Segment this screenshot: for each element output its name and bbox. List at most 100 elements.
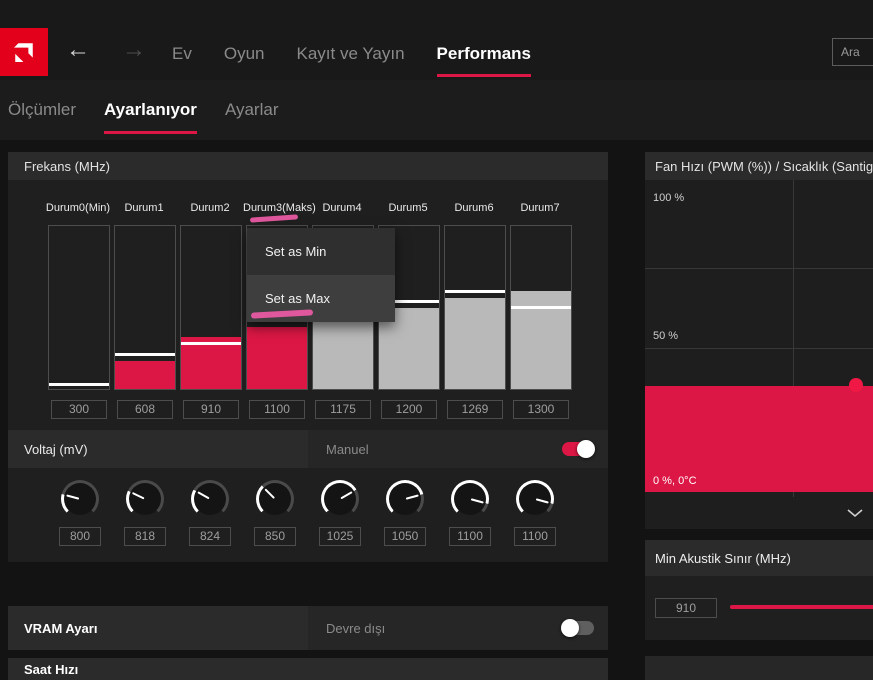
min-acoustic-header: Min Akustik Sınır (MHz) [645,540,873,576]
frequency-panel-header: Frekans (MHz) [8,152,608,180]
freq-value-4[interactable]: 1175 [315,400,371,419]
voltage-row: Voltaj (mV) Manuel [8,430,608,468]
bar-label-5: Durum5 [388,202,428,214]
knob-cell-2: 824 [188,468,232,562]
voltage-knob-0[interactable] [61,480,99,518]
freq-value-6[interactable]: 1269 [447,400,503,419]
clock-panel-header: Saat Hızı [8,658,608,680]
gridline [645,348,873,349]
freq-value-3[interactable]: 1100 [249,400,305,419]
bar-fill [115,361,175,389]
knob-value-7[interactable]: 1100 [514,527,556,546]
gridline [645,268,873,269]
freq-bar-1[interactable] [114,225,176,390]
voltage-toggle[interactable] [562,440,595,458]
knob-value-4[interactable]: 1025 [319,527,361,546]
voltage-knob-6[interactable] [451,480,489,518]
freq-bar-7[interactable] [510,225,572,390]
nav-item-ev[interactable]: Ev [172,44,192,64]
knob-value-0[interactable]: 800 [59,527,101,546]
nav-item-oyun[interactable]: Oyun [224,44,265,64]
knob-pointer [66,494,80,500]
fan-column: Fan Hızı (PWM (%)) / Sıcaklık (Santigrat… [645,152,873,680]
knob-value-6[interactable]: 1100 [449,527,491,546]
amd-adrenalin-window: ← → Ev Oyun Kayıt ve Yayın Performans Ölçüm… [0,0,873,680]
min-acoustic-body: 910 [645,576,873,640]
search-input[interactable] [832,38,873,66]
bar-label-7: Durum7 [520,202,560,214]
bar-marker [49,382,109,386]
voltage-knob-4[interactable] [321,480,359,518]
fan-curve-chart: 100 % 50 % 0 %, 0°C [645,180,873,497]
knob-pointer [264,488,275,499]
freq-bar-6[interactable] [444,225,506,390]
menu-item-set-as-min[interactable]: Set as Min [247,228,395,275]
bar-label-0: Durum0(Min) [45,202,111,214]
back-arrow-icon[interactable]: ← [66,38,90,62]
amd-logo[interactable] [0,28,48,76]
subnav-item-ayarlar[interactable]: Ayarlar [225,100,279,120]
voltage-knob-3[interactable] [256,480,294,518]
chevron-down-icon [847,509,863,518]
vram-status: Devre dışı [308,606,608,650]
bar-label-1: Durum1 [124,202,164,214]
toggle-knob [561,619,579,637]
voltage-mode: Manuel [308,430,608,468]
bar-fill [445,297,505,389]
bar-fill [247,327,307,389]
freq-value-5[interactable]: 1200 [381,400,437,419]
bar-label-4: Durum4 [322,202,362,214]
vram-row: VRAM Ayarı Devre dışı [8,606,608,650]
knob-pointer [405,494,419,500]
knob-cell-5: 1050 [383,468,427,562]
subnav-item-l-mler[interactable]: Ölçümler [8,100,76,120]
voltage-knob-2[interactable] [191,480,229,518]
annotation-durum3-highlight [249,214,299,223]
toggle-knob [577,440,595,458]
knob-value-2[interactable]: 824 [189,527,231,546]
voltage-knob-1[interactable] [126,480,164,518]
nav-item-kay-t-ve-yay-n[interactable]: Kayıt ve Yayın [296,44,404,64]
bar-marker [181,342,241,345]
topbar: ← → Ev Oyun Kayıt ve Yayın Performans [0,0,873,80]
bar-marker [115,353,175,357]
freq-value-0[interactable]: 300 [51,400,107,419]
tuning-column: Frekans (MHz) Set as Min Set as Max Durum… [8,152,608,680]
bar-label-2: Durum2 [190,202,230,214]
freq-value-7[interactable]: 1300 [513,400,569,419]
knob-cell-3: 850 [253,468,297,562]
frequency-chart: Set as Min Set as Max Durum0(Min) 300 Durum… [8,180,608,430]
voltage-knob-5[interactable] [386,480,424,518]
fan-axis-100: 100 % [653,192,685,204]
min-acoustic-value[interactable]: 910 [655,598,717,618]
freq-bar-2[interactable] [180,225,242,390]
voltage-knob-7[interactable] [516,480,554,518]
nav-item-performans[interactable]: Performans [436,44,532,77]
min-acoustic-slider[interactable] [730,605,873,609]
fan-title: Fan Hızı (PWM (%)) / Sıcaklık (Santigrat… [655,158,873,174]
freq-value-2[interactable]: 910 [183,400,239,419]
forward-arrow-icon[interactable]: → [122,38,146,62]
freq-bar-0[interactable] [48,225,110,390]
voltage-label: Voltaj (mV) [8,430,308,468]
knob-pointer [470,498,484,504]
top-navigation: Ev Oyun Kayıt ve Yayın Performans [172,44,532,77]
knob-cell-0: 800 [58,468,102,562]
voltage-knob-row: 800 818 824 850 1025 1050 1100 1100 [8,468,608,562]
freq-value-1[interactable]: 608 [117,400,173,419]
performance-subnav: Ölçümler Ayarlanıyor Ayarlar [0,80,873,140]
knob-pointer [131,492,145,500]
voltage-mode-label: Manuel [326,441,369,457]
knob-pointer [197,491,210,500]
next-panel-header [645,656,873,680]
knob-value-5[interactable]: 1050 [384,527,426,546]
vram-toggle[interactable] [561,619,594,637]
knob-value-1[interactable]: 818 [124,527,166,546]
bar-label-6: Durum6 [454,202,494,214]
fan-curve-point[interactable] [849,378,863,392]
knob-value-3[interactable]: 850 [254,527,296,546]
fan-panel-collapse[interactable] [645,497,873,529]
bar-marker [445,289,505,293]
subnav-item-ayarlan-yor[interactable]: Ayarlanıyor [104,100,197,134]
knob-pointer [535,498,549,504]
